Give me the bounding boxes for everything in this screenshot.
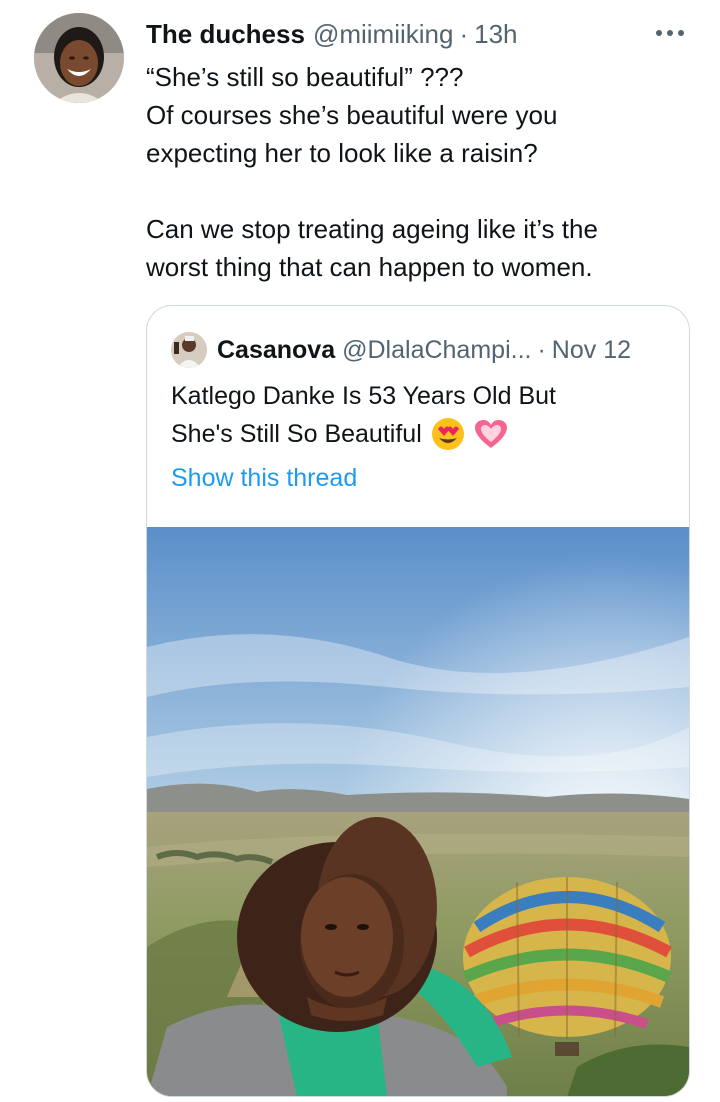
quote-avatar-image [171,332,207,368]
quoted-photo[interactable] [147,527,689,1096]
tweet-text-line: expecting her to look like a raisin? [146,138,538,168]
pink-heart-icon [474,420,507,448]
author-handle[interactable]: @miimiiking [313,19,454,50]
photo-woman-hot-air-balloon [147,527,689,1096]
quote-text-line-1: Katlego Danke Is 53 Years Old But [171,377,671,415]
show-thread-link[interactable]: Show this thread [171,464,357,493]
tweet-text: “She’s still so beautiful” ??? Of course… [146,58,706,286]
separator-dot: · [459,18,469,49]
quote-author-handle[interactable]: @DlalaChampi... [342,336,531,365]
more-horizontal-icon [656,30,684,36]
quote-text-line: She's Still So Beautiful [171,420,422,448]
quote-text-line: Katlego Danke Is 53 Years Old But [171,382,556,410]
tweet-text-line: worst thing that can happen to women. [146,252,593,282]
tweet-header: The duchess @miimiiking · 13h [146,14,518,54]
tweet-text-line: Can we stop treating ageing like it’s th… [146,214,598,244]
quote-author-avatar[interactable] [171,332,207,368]
quote-text: Katlego Danke Is 53 Years Old But She's … [171,377,671,453]
separator-dot: · [537,335,546,364]
tweet-timestamp[interactable]: 13h [474,19,517,50]
tweet: The duchess @miimiiking · 13h “She’s sti… [0,0,720,1102]
quote-tweet-card[interactable]: Casanova @DlalaChampi... · Nov 12 Katleg… [146,305,690,1097]
tweet-text-line: Of courses she’s beautiful were you [146,100,558,130]
tweet-text-line: “She’s still so beautiful” ??? [146,62,464,92]
quote-text-line-2: She's Still So Beautiful [171,415,671,453]
quote-timestamp[interactable]: Nov 12 [552,336,631,365]
quote-author-name[interactable]: Casanova [217,336,335,365]
author-name[interactable]: The duchess [146,19,305,50]
author-avatar-image [34,13,124,103]
author-avatar[interactable] [34,13,124,103]
quote-header: Casanova @DlalaChampi... · Nov 12 [171,330,631,370]
heart-eyes-emoji-icon [431,418,464,450]
more-options-button[interactable] [650,18,690,48]
